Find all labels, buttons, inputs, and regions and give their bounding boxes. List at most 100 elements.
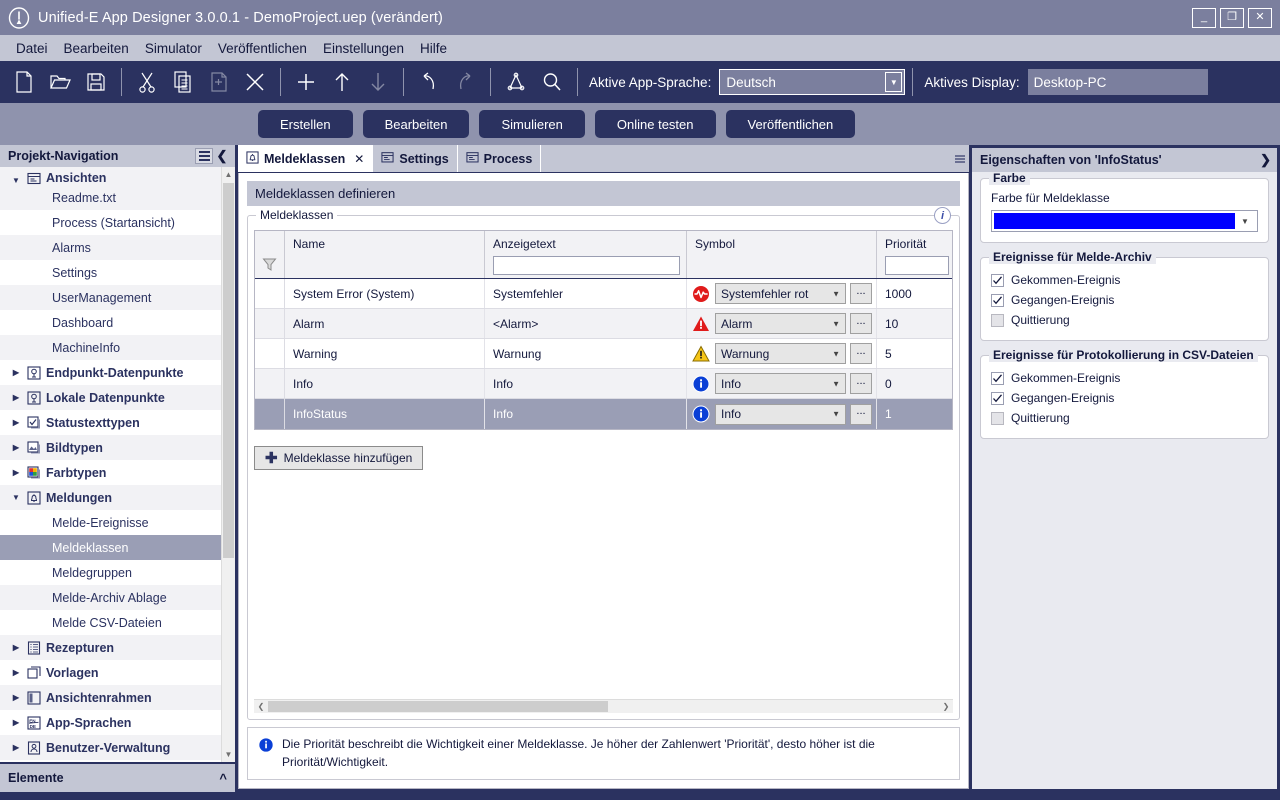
scroll-left-icon[interactable]: ❮ [254,700,268,713]
copy-icon[interactable] [165,64,201,100]
chevron-down-icon[interactable]: ▼ [8,176,24,185]
row-selector[interactable] [255,339,285,368]
menu-item-veroeffentlichen[interactable]: Veröffentlichen [210,39,315,58]
close-button[interactable]: ✕ [1248,7,1272,28]
tree-item-settings[interactable]: Settings [0,260,221,285]
tree-item-vorlagen[interactable]: ▶ Vorlagen [0,660,221,685]
chevron-right-icon[interactable]: ▶ [8,468,24,477]
tab-settings[interactable]: Settings [373,145,458,172]
column-header-name[interactable]: Name [285,231,485,278]
scroll-down-icon[interactable]: ▼ [222,747,235,762]
minimize-button[interactable]: _ [1192,7,1216,28]
checkbox-unchecked-icon[interactable] [991,313,1004,327]
save-icon[interactable] [78,64,114,100]
chevron-right-icon[interactable]: ▶ [8,668,24,677]
cell-name[interactable]: System Error (System) [285,279,485,308]
cell-anzeigetext[interactable]: Info [485,399,687,429]
open-folder-icon[interactable] [42,64,78,100]
tree-item-app-sprachen[interactable]: ▶ EN DE App-Sprachen [0,710,221,735]
symbol-select[interactable]: Systemfehler rot ▼ [715,283,846,304]
scrollbar-thumb[interactable] [268,701,608,713]
chevron-right-icon[interactable]: ▶ [8,643,24,652]
checkbox-checked-icon[interactable] [991,273,1004,287]
chevron-right-icon[interactable]: ▶ [8,743,24,752]
color-select[interactable]: ▼ [991,210,1258,232]
online-testen-button[interactable]: Online testen [594,110,716,138]
cell-prioritaet[interactable]: 5 [877,339,952,368]
column-header-anzeigetext[interactable]: Anzeigetext [485,231,687,278]
tree-item-alarms[interactable]: Alarms [0,235,221,260]
delete-x-icon[interactable] [237,64,273,100]
table-row[interactable]: Alarm <Alarm> Alarm ▼ ... 10 [255,309,952,339]
menu-item-einstellungen[interactable]: Einstellungen [315,39,412,58]
cell-prioritaet[interactable]: 1000 [877,279,952,308]
chevron-down-icon[interactable]: ▼ [885,72,903,92]
browse-button[interactable]: ... [850,313,872,334]
tree-item-ansichtenrahmen[interactable]: ▶ Ansichtenrahmen [0,685,221,710]
menu-item-bearbeiten[interactable]: Bearbeiten [56,39,137,58]
move-up-arrow-icon[interactable] [324,64,360,100]
filter-funnel-icon[interactable] [255,231,285,278]
filter-input-anzeigetext[interactable] [493,256,680,275]
cell-prioritaet[interactable]: 0 [877,369,952,398]
symbol-select[interactable]: Info ▼ [715,403,846,425]
info-badge-icon[interactable]: i [934,207,951,224]
tree-item-ansichten[interactable]: ▼ Ansichten [0,167,221,185]
chevron-left-icon[interactable]: ❮ [213,148,231,164]
table-row[interactable]: Info Info Info ▼ ... 0 [255,369,952,399]
scroll-up-icon[interactable]: ▲ [222,167,235,182]
hamburger-menu-icon[interactable] [195,148,213,164]
browse-button[interactable]: ... [850,343,872,364]
checkbox-archiv-gekommen[interactable]: Gekommen-Ereignis [991,270,1258,290]
erstellen-button[interactable]: Erstellen [258,110,353,138]
scroll-right-icon[interactable]: ❯ [939,700,953,713]
filter-input-prioritaet[interactable] [885,256,949,275]
sidebar-vertical-scrollbar[interactable]: ▲ ▼ [221,167,235,762]
tree-item-process[interactable]: Process (Startansicht) [0,210,221,235]
chevron-right-icon[interactable]: ❯ [1260,152,1271,168]
add-plus-icon[interactable] [288,64,324,100]
cell-anzeigetext[interactable]: Systemfehler [485,279,687,308]
simulieren-button[interactable]: Simulieren [479,110,585,138]
cut-scissors-icon[interactable] [129,64,165,100]
menu-item-simulator[interactable]: Simulator [137,39,210,58]
grid-horizontal-scrollbar[interactable]: ❮ ❯ [254,699,953,714]
chevron-up-icon[interactable]: ^ [219,771,227,786]
tree-item-meldungen[interactable]: ▼ Meldungen [0,485,221,510]
checkbox-unchecked-icon[interactable] [991,411,1004,425]
tree-item-meldeklassen[interactable]: Meldeklassen [0,535,221,560]
tree-item-benutzer-verwaltung[interactable]: ▶ Benutzer-Verwaltung [0,735,221,760]
tree-item-meldegruppen[interactable]: Meldegruppen [0,560,221,585]
tree-item-statustexttypen[interactable]: ▶ Statustexttypen [0,410,221,435]
chevron-right-icon[interactable]: ▶ [8,443,24,452]
tab-overflow-icon[interactable] [955,154,965,163]
column-header-prioritaet[interactable]: Priorität [877,231,952,278]
chevron-down-icon[interactable]: ▼ [1235,217,1255,226]
checkbox-checked-icon[interactable] [991,371,1004,385]
elemente-panel-header[interactable]: Elemente ^ [0,762,235,792]
chevron-right-icon[interactable]: ▶ [8,718,24,727]
bearbeiten-button[interactable]: Bearbeiten [362,110,470,138]
tree-item-machineinfo[interactable]: MachineInfo [0,335,221,360]
menu-item-datei[interactable]: Datei [8,39,56,58]
cell-prioritaet[interactable]: 1 [877,399,952,429]
row-selector[interactable] [255,309,285,338]
tree-item-farbtypen[interactable]: ▶ Farbtypen [0,460,221,485]
tree-item-melde-ereignisse[interactable]: Melde-Ereignisse [0,510,221,535]
row-selector[interactable] [255,399,285,429]
tree-item-melde-csv-dateien[interactable]: Melde CSV-Dateien [0,610,221,635]
tree-item-bildtypen[interactable]: ▶ Bildtypen [0,435,221,460]
checkbox-csv-gekommen[interactable]: Gekommen-Ereignis [991,368,1258,388]
chevron-right-icon[interactable]: ▶ [8,693,24,702]
menu-item-hilfe[interactable]: Hilfe [412,39,455,58]
cell-anzeigetext[interactable]: Info [485,369,687,398]
undo-icon[interactable] [411,64,447,100]
browse-button[interactable]: ... [850,373,872,394]
new-file-icon[interactable] [6,64,42,100]
table-row[interactable]: InfoStatus Info Info ▼ ... 1 [255,399,952,429]
symbol-select[interactable]: Warnung ▼ [715,343,846,364]
chevron-right-icon[interactable]: ▶ [8,368,24,377]
checkbox-checked-icon[interactable] [991,293,1004,307]
cell-name[interactable]: InfoStatus [285,399,485,429]
add-meldeklasse-button[interactable]: ✚ Meldeklasse hinzufügen [254,446,424,470]
